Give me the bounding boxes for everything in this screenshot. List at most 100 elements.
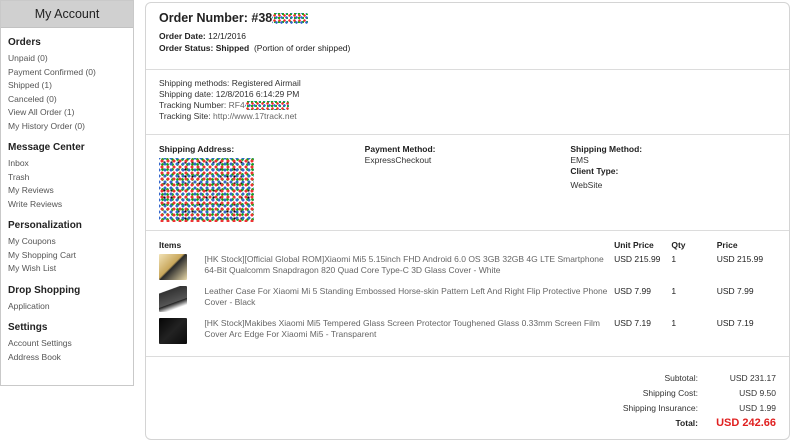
- tracking-site-link[interactable]: http://www.17track.net: [213, 111, 297, 121]
- shipping-methods-label: Shipping methods:: [159, 78, 230, 88]
- order-header: Order Number: #38 Order Date: 12/1/2016 …: [146, 11, 789, 69]
- order-number: Order Number: #38: [159, 11, 776, 25]
- line-price: USD 215.99: [716, 254, 764, 264]
- section-title-drop-shopping: Drop Shopping: [8, 284, 81, 296]
- tracking-number-label: Tracking Number:: [159, 100, 227, 110]
- shipping-methods: Shipping methods: Registered Airmail: [159, 78, 776, 89]
- shipping-cost-value: USD 9.50: [739, 387, 776, 398]
- product-thumbnail-screen-protector[interactable]: [159, 318, 187, 344]
- tracking-number-prefix[interactable]: RF4: [229, 100, 245, 111]
- order-date-value: 12/1/2016: [208, 31, 246, 41]
- header-qty: Qty: [671, 240, 686, 250]
- sidebar-link-my-reviews[interactable]: My Reviews: [8, 184, 133, 198]
- sidebar-title: My Account: [1, 1, 133, 28]
- unit-price: USD 7.99: [614, 286, 651, 296]
- address-payment-row: Shipping Address: Payment Method: Expres…: [146, 135, 789, 230]
- sidebar-section-orders: Orders Unpaid (0) Payment Confirmed (0) …: [1, 37, 133, 133]
- line-price: USD 7.19: [716, 318, 754, 328]
- order-status-note: (Portion of order shipped): [253, 43, 351, 53]
- shipping-cost-row: Shipping Cost: USD 9.50: [159, 385, 776, 400]
- sidebar-link-application[interactable]: Application: [8, 300, 133, 314]
- shipping-date-value: 12/8/2016 6:14:29 PM: [215, 89, 300, 99]
- redacted-order-number: [272, 12, 309, 24]
- client-type-value: WebSite: [570, 180, 603, 190]
- insurance-label: Shipping Insurance:: [622, 402, 698, 413]
- sidebar-link-view-all-order[interactable]: View All Order (1): [8, 106, 133, 120]
- section-title-orders: Orders: [8, 37, 41, 48]
- quantity: 1: [671, 318, 677, 328]
- redacted-address: [159, 158, 254, 222]
- quantity: 1: [671, 286, 677, 296]
- product-thumbnail-case[interactable]: [159, 286, 187, 312]
- order-totals: Subtotal: USD 231.17 Shipping Cost: USD …: [146, 357, 789, 430]
- client-type-label: Client Type:: [570, 166, 619, 176]
- payment-method-col: Payment Method: ExpressCheckout: [365, 144, 571, 230]
- sidebar-link-write-reviews[interactable]: Write Reviews: [8, 198, 133, 212]
- table-row: [HK Stock][Official Global ROM]Xiaomi Mi…: [159, 254, 776, 286]
- subtotal-label: Subtotal:: [664, 372, 698, 383]
- product-link[interactable]: Leather Case For Xiaomi Mi 5 Standing Em…: [204, 286, 609, 308]
- order-number-label: Order Number:: [159, 11, 248, 25]
- sidebar-link-unpaid[interactable]: Unpaid (0): [8, 52, 133, 66]
- shipping-methods-value: Registered Airmail: [231, 78, 301, 88]
- table-row: Leather Case For Xiaomi Mi 5 Standing Em…: [159, 286, 776, 318]
- payment-method-label: Payment Method:: [364, 144, 436, 154]
- subtotal-value: USD 231.17: [729, 372, 776, 383]
- unit-price: USD 215.99: [614, 254, 661, 264]
- shipping-address-label: Shipping Address:: [159, 144, 235, 154]
- sidebar-link-shipped[interactable]: Shipped (1): [8, 79, 133, 93]
- order-status-value: Shipped: [215, 43, 250, 53]
- tracking-site: Tracking Site: http://www.17track.net: [159, 111, 776, 122]
- total-label: Total:: [675, 417, 698, 428]
- sidebar-section-settings: Settings Account Settings Address Book: [1, 322, 133, 364]
- tracking-number: Tracking Number: RF4: [159, 100, 776, 111]
- sidebar-link-shopping-cart[interactable]: My Shopping Cart: [8, 249, 133, 263]
- shipping-address-col: Shipping Address:: [159, 144, 365, 230]
- header-price: Price: [716, 240, 738, 250]
- section-title-personalization: Personalization: [8, 220, 82, 231]
- sidebar-link-wish-list[interactable]: My Wish List: [8, 262, 133, 276]
- sidebar-section-message-center: Message Center Inbox Trash My Reviews Wr…: [1, 142, 133, 211]
- payment-method-value: ExpressCheckout: [364, 155, 432, 165]
- sidebar-link-inbox[interactable]: Inbox: [8, 157, 133, 171]
- order-status-label: Order Status:: [159, 43, 214, 53]
- sidebar-section-personalization: Personalization My Coupons My Shopping C…: [1, 220, 133, 276]
- sidebar-link-history-order[interactable]: My History Order (0): [8, 120, 133, 134]
- header-unit-price: Unit Price: [614, 240, 654, 250]
- shipping-date: Shipping date: 12/8/2016 6:14:29 PM: [159, 89, 776, 100]
- section-title-settings: Settings: [8, 322, 48, 333]
- sidebar-link-trash[interactable]: Trash: [8, 171, 133, 185]
- shipping-date-label: Shipping date:: [159, 89, 214, 99]
- product-link[interactable]: [HK Stock]Makibes Xiaomi Mi5 Tempered Gl…: [204, 318, 609, 340]
- product-link[interactable]: [HK Stock][Official Global ROM]Xiaomi Mi…: [204, 254, 609, 276]
- product-thumbnail-phone[interactable]: [159, 254, 187, 280]
- shipping-method-col: Shipping Method: EMS Client Type: WebSit…: [570, 144, 776, 230]
- order-number-prefix: #38: [251, 11, 273, 25]
- sidebar-link-payment-confirmed[interactable]: Payment Confirmed (0): [8, 66, 133, 80]
- sidebar-link-address-book[interactable]: Address Book: [8, 351, 133, 365]
- order-date-label: Order Date:: [159, 31, 206, 41]
- items-table: Items Unit Price Qty Price [HK Stock][Of…: [146, 231, 789, 356]
- shipping-method-value: EMS: [570, 155, 589, 165]
- shipping-info: Shipping methods: Registered Airmail Shi…: [146, 70, 789, 134]
- account-sidebar: My Account Orders Unpaid (0) Payment Con…: [0, 0, 134, 386]
- sidebar-section-drop-shopping: Drop Shopping Application: [1, 285, 133, 314]
- insurance-value: USD 1.99: [739, 402, 776, 413]
- shipping-cost-label: Shipping Cost:: [642, 387, 698, 398]
- subtotal-row: Subtotal: USD 231.17: [159, 370, 776, 385]
- items-table-header: Items Unit Price Qty Price: [159, 240, 776, 254]
- insurance-row: Shipping Insurance: USD 1.99: [159, 400, 776, 415]
- order-date: Order Date: 12/1/2016: [159, 30, 776, 42]
- line-price: USD 7.99: [716, 286, 754, 296]
- unit-price: USD 7.19: [614, 318, 651, 328]
- total-row: Total: USD 242.66: [159, 415, 776, 430]
- tracking-site-label: Tracking Site:: [159, 111, 211, 121]
- sidebar-link-canceled[interactable]: Canceled (0): [8, 93, 133, 107]
- sidebar-link-my-coupons[interactable]: My Coupons: [8, 235, 133, 249]
- order-status: Order Status: Shipped (Portion of order …: [159, 42, 776, 54]
- order-detail-panel: Order Number: #38 Order Date: 12/1/2016 …: [145, 2, 790, 440]
- header-items: Items: [159, 240, 182, 250]
- total-value: USD 242.66: [716, 416, 776, 429]
- table-row: [HK Stock]Makibes Xiaomi Mi5 Tempered Gl…: [159, 318, 776, 350]
- sidebar-link-account-settings[interactable]: Account Settings: [8, 337, 133, 351]
